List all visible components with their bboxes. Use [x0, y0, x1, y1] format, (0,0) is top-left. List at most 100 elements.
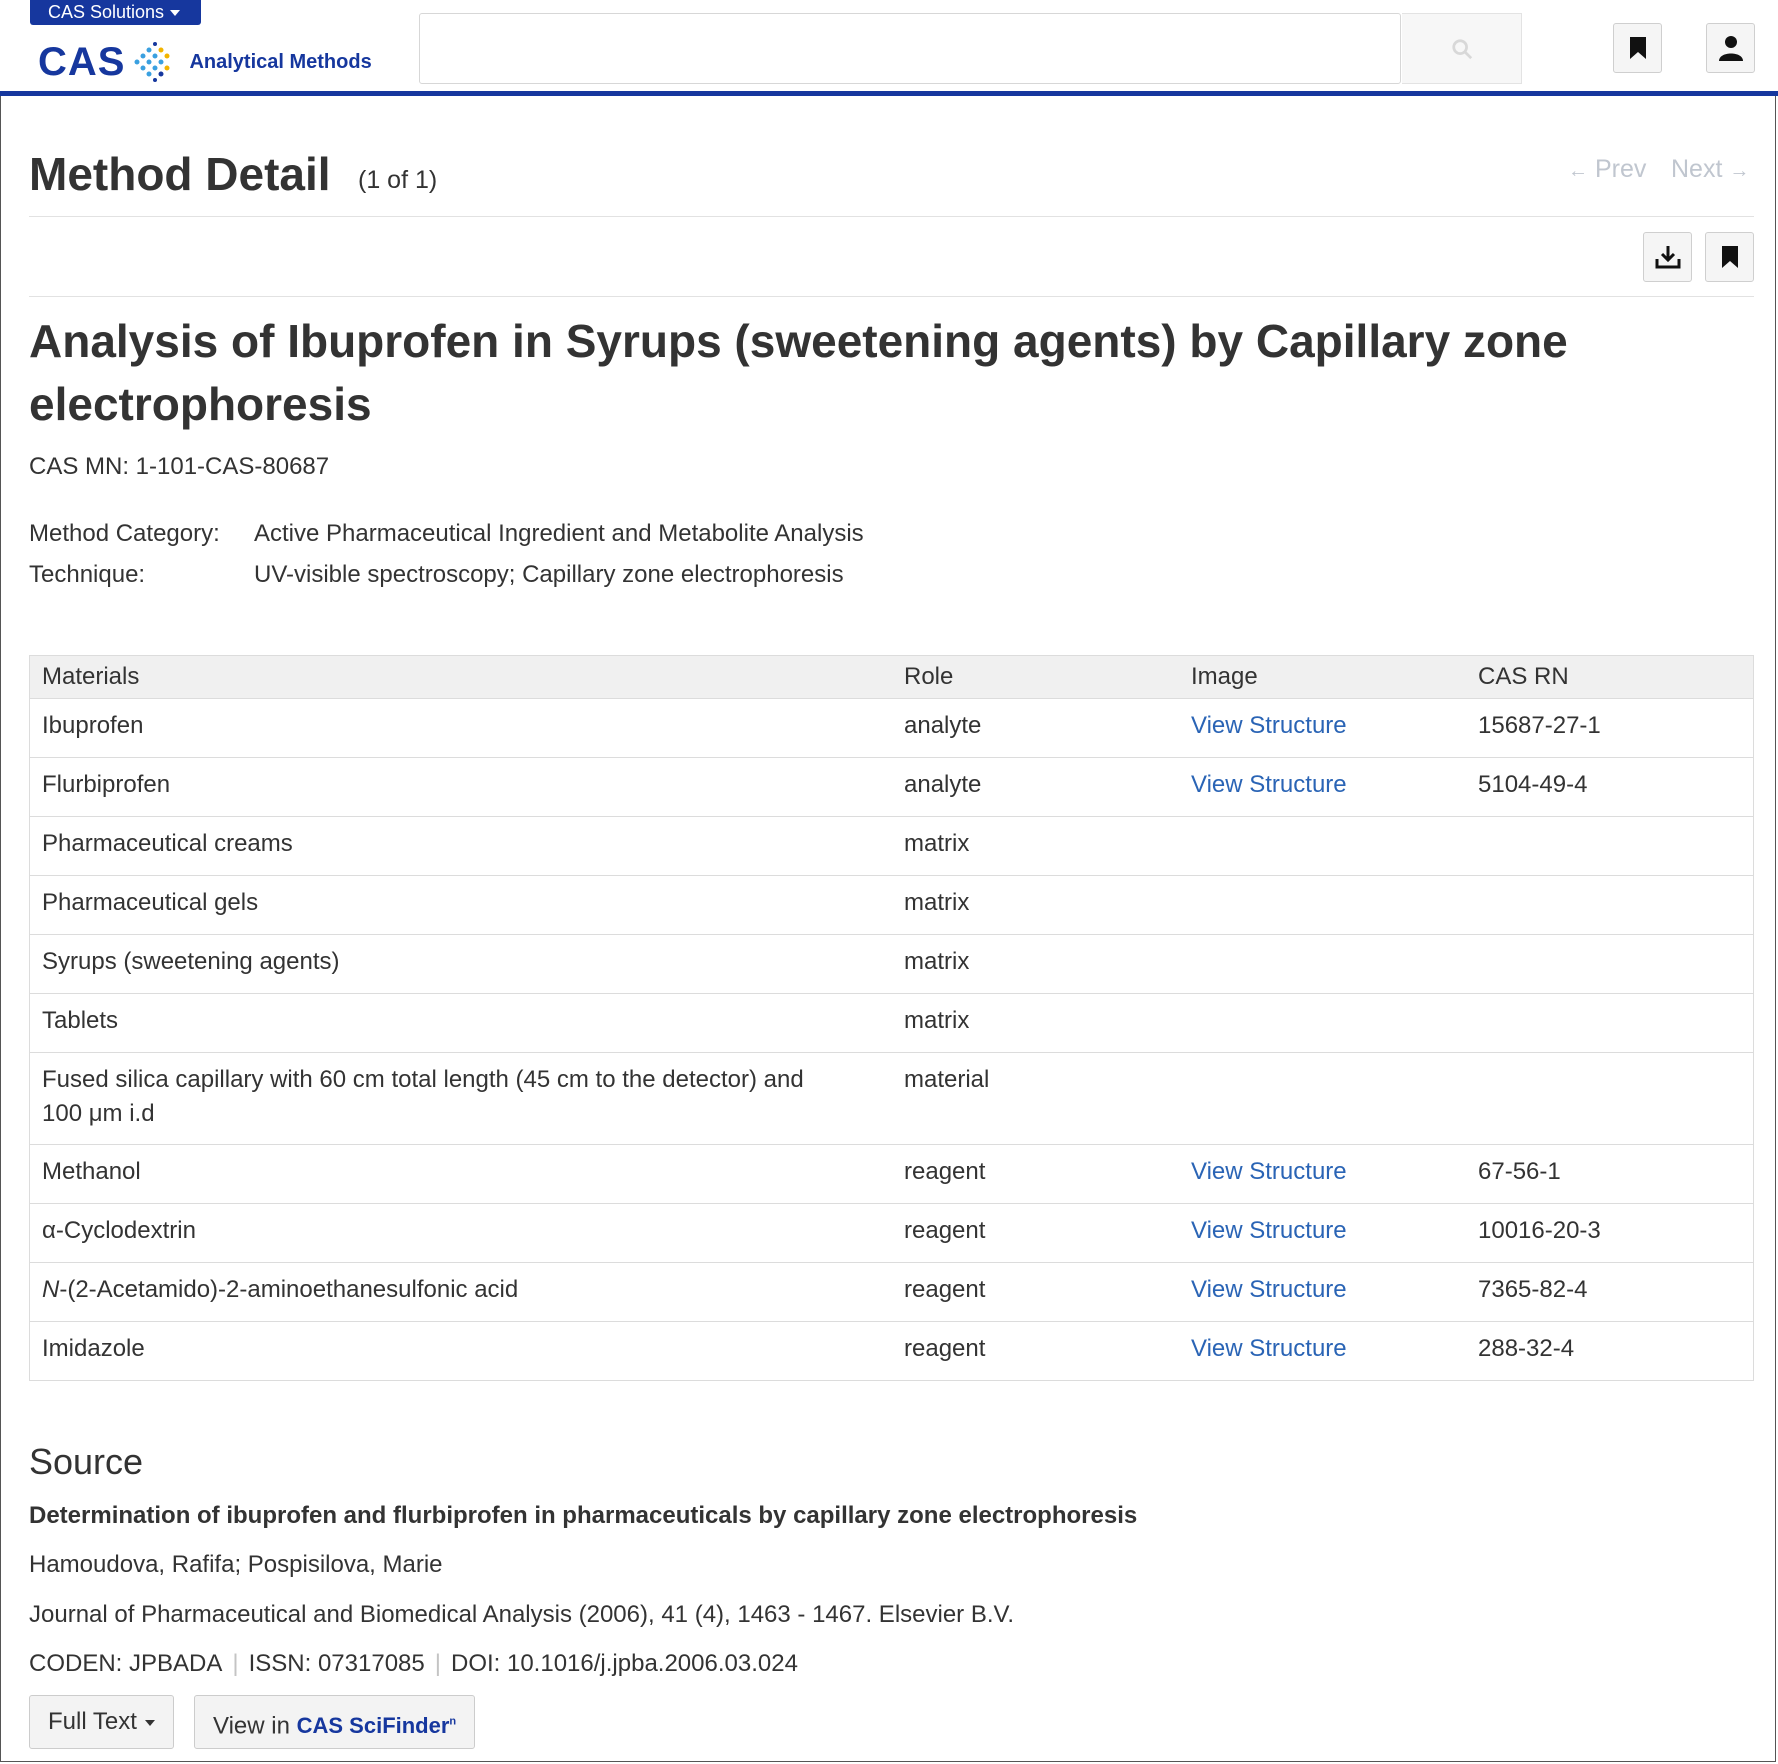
download-button[interactable]: [1643, 232, 1692, 282]
view-structure-link[interactable]: View Structure: [1191, 709, 1347, 743]
material-role: analyte: [904, 771, 982, 798]
next-label: Next: [1671, 155, 1723, 183]
prev-button[interactable]: ← Prev: [1568, 155, 1646, 184]
material-name: N-(2-Acetamido)-2-aminoethanesulfonic ac…: [42, 1276, 519, 1303]
material-role: reagent: [904, 1158, 986, 1185]
material-name: Fused silica capillary with 60 cm total …: [42, 1066, 804, 1127]
cas-rn: 67-56-1: [1478, 1158, 1561, 1185]
material-role: reagent: [904, 1217, 986, 1244]
cas-rn: 7365-82-4: [1478, 1276, 1588, 1303]
source-authors: Hamoudova, Rafifa; Pospisilova, Marie: [29, 1551, 443, 1578]
table-row: Imidazole reagent View Structure 288-32-4: [30, 1321, 1753, 1380]
material-name: Ibuprofen: [42, 712, 144, 739]
arrow-left-icon: ←: [1568, 160, 1588, 182]
coden: CODEN: JPBADA: [29, 1650, 223, 1677]
view-structure-link[interactable]: View Structure: [1191, 1155, 1347, 1189]
cas-rn: 288-32-4: [1478, 1335, 1575, 1362]
material-name: Tablets: [42, 1007, 119, 1034]
method-category-value: Active Pharmaceutical Ingredient and Met…: [254, 520, 864, 547]
source-heading: Source: [29, 1441, 144, 1482]
material-role: matrix: [904, 948, 970, 975]
cas-rn: 15687-27-1: [1478, 712, 1601, 739]
arrow-right-icon: →: [1729, 160, 1750, 182]
technique-value: UV-visible spectroscopy; Capillary zone …: [254, 561, 844, 588]
col-header-role: Role: [904, 663, 954, 690]
product-name: Analytical Methods: [189, 50, 372, 73]
full-text-label: Full Text: [48, 1708, 137, 1735]
user-account-button[interactable]: [1706, 23, 1755, 73]
material-name: Syrups (sweetening agents): [42, 948, 340, 975]
view-structure-link[interactable]: View Structure: [1191, 1332, 1347, 1366]
material-role: reagent: [904, 1335, 986, 1362]
material-role: matrix: [904, 830, 970, 857]
material-role: matrix: [904, 889, 970, 916]
view-structure-link[interactable]: View Structure: [1191, 768, 1347, 802]
table-row: Methanol reagent View Structure 67-56-1: [30, 1144, 1753, 1203]
bookmark-button[interactable]: [1705, 232, 1754, 282]
logo-text: CAS: [38, 39, 126, 84]
cas-solutions-menu[interactable]: CAS Solutions: [30, 0, 201, 25]
material-name: Methanol: [42, 1158, 141, 1185]
next-button[interactable]: Next →: [1671, 155, 1749, 184]
table-row: Flurbiprofen analyte View Structure 5104-49…: [30, 757, 1753, 816]
col-header-materials: Materials: [42, 663, 140, 690]
method-category-label: Method Category:: [29, 520, 220, 547]
table-row: Tablets matrix: [30, 993, 1753, 1052]
cas-mn: CAS MN: 1-101-CAS-80687: [29, 453, 330, 480]
source-identifiers: CODEN: JPBADA | ISSN: 07317085 | DOI: 10.101…: [29, 1650, 798, 1678]
source-title: Determination of ibuprofen and flurbipro…: [29, 1502, 1138, 1529]
table-row: Pharmaceutical gels matrix: [30, 875, 1753, 934]
separator: |: [434, 1650, 441, 1677]
table-row: Fused silica capillary with 60 cm total …: [30, 1052, 1753, 1144]
cas-rn: 10016-20-3: [1478, 1217, 1601, 1244]
method-title-line1: Analysis of Ibuprofen in Syrups (sweeten…: [29, 315, 1568, 367]
saved-items-button[interactable]: [1613, 23, 1662, 73]
scifinder-logo: CAS SciFindern: [296, 1713, 457, 1739]
table-row: α-Cyclodextrin reagent View Structure 10016…: [30, 1203, 1753, 1262]
doi: DOI: 10.1016/j.jpba.2006.03.024: [450, 1650, 798, 1677]
cas-solutions-label: CAS Solutions: [48, 2, 165, 22]
material-name: Flurbiprofen: [42, 771, 171, 798]
col-header-image: Image: [1191, 663, 1258, 690]
material-role: matrix: [904, 1007, 970, 1034]
full-text-button[interactable]: Full Text: [29, 1695, 174, 1749]
bookmark-icon: [1721, 246, 1738, 268]
divider: [29, 296, 1754, 297]
method-title: Analysis of Ibuprofen in Syrups (sweeten…: [29, 310, 1649, 436]
caret-down-icon: [144, 1719, 155, 1726]
table-row: Pharmaceutical creams matrix: [30, 816, 1753, 875]
source-journal: Journal of Pharmaceutical and Biomedical…: [29, 1601, 1014, 1628]
method-title-line2: electrophoresis: [29, 378, 372, 430]
technique-label: Technique:: [29, 561, 146, 588]
material-role: reagent: [904, 1276, 986, 1303]
material-name: Imidazole: [42, 1335, 145, 1362]
material-name: Pharmaceutical creams: [42, 830, 293, 857]
divider: [29, 216, 1754, 217]
material-name: Pharmaceutical gels: [42, 889, 259, 916]
result-count: (1 of 1): [358, 166, 438, 194]
separator: |: [232, 1650, 239, 1677]
material-role: material: [904, 1066, 990, 1093]
view-in-label: View in: [213, 1712, 290, 1740]
search-button[interactable]: [1402, 13, 1522, 84]
view-in-scifinder-button[interactable]: View in CAS SciFindern: [194, 1695, 476, 1749]
logo-dots-icon: [134, 42, 170, 82]
download-icon: [1655, 246, 1680, 269]
materials-table: Materials Role Image CAS RN Ibuprofen ana…: [29, 655, 1754, 1381]
cas-logo[interactable]: CAS Analytical Methods: [38, 40, 372, 84]
user-icon: [1718, 36, 1743, 61]
cas-rn: 5104-49-4: [1478, 771, 1588, 798]
view-structure-link[interactable]: View Structure: [1191, 1214, 1347, 1248]
view-structure-link[interactable]: View Structure: [1191, 1273, 1347, 1307]
bookmark-icon: [1629, 37, 1646, 59]
table-header-row: Materials Role Image CAS RN: [30, 656, 1753, 698]
material-role: analyte: [904, 712, 982, 739]
col-header-casrn: CAS RN: [1478, 663, 1569, 690]
page-title: Method Detail: [29, 148, 331, 200]
search-icon: [1451, 38, 1472, 59]
table-row: N-(2-Acetamido)-2-aminoethanesulfonic ac…: [30, 1262, 1753, 1321]
table-row: Ibuprofen analyte View Structure 15687-27-1: [30, 698, 1753, 757]
search-input[interactable]: [419, 13, 1401, 84]
issn: ISSN: 07317085: [248, 1650, 425, 1677]
prev-label: Prev: [1594, 155, 1647, 183]
